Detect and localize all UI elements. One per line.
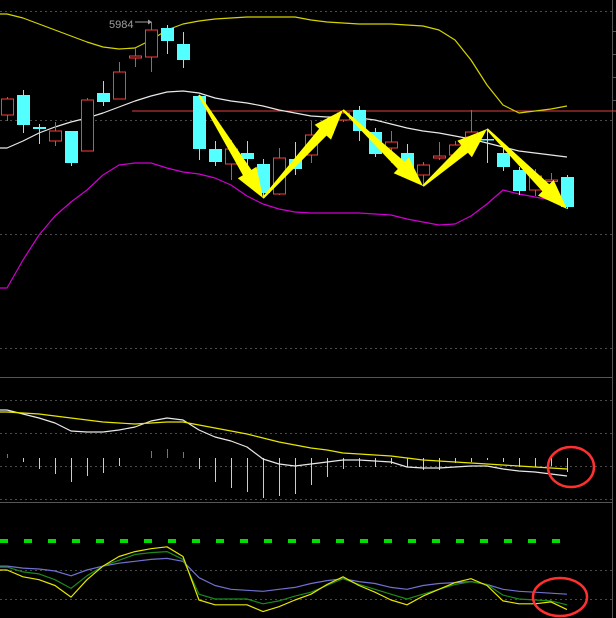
annotations-overlay [198,94,596,618]
candle-body [17,95,30,125]
kdj-j-line [0,546,568,613]
stock-chart: 5984 [0,0,616,618]
reference-dash [552,539,560,543]
reference-dash [96,539,104,543]
reference-dash [528,539,536,543]
macd-dea-line [0,411,568,470]
high-price-label: 5984 [109,19,133,31]
reference-dash [288,539,296,543]
reference-dash [216,539,224,543]
reference-dash [264,539,272,543]
candle-body [113,71,126,100]
trend-arrow-icon [422,129,487,187]
candle-body [161,28,174,41]
candle-body [49,130,62,142]
reference-dash [240,539,248,543]
reference-dash [192,539,200,543]
candle-up [81,98,94,152]
reference-dash [504,539,512,543]
candle-down [177,32,190,68]
candle-body [481,139,494,141]
reference-dash [480,539,488,543]
high-annotation: 5984 [109,19,152,31]
reference-dash [168,539,176,543]
candle-down [161,25,174,54]
reference-dash [48,539,56,543]
reference-dash [336,539,344,543]
candle-body [433,155,446,159]
kdj-panel [0,539,568,613]
reference-dash [120,539,128,543]
candle-down [33,124,46,144]
candle-up [113,62,126,100]
candle-down [17,90,30,133]
reference-dash [72,539,80,543]
trend-arrow-icon [198,94,263,198]
candle-body [33,127,46,129]
reference-dash [144,539,152,543]
candle-body [145,29,158,58]
trend-arrow-icon [262,110,343,199]
candle-body [177,44,190,60]
candle-up [433,142,446,160]
highlight-circle-icon [531,576,589,618]
trend-arrow-icon [486,128,567,209]
reference-dash [360,539,368,543]
bollinger-upper-line [0,13,568,114]
candle-up [145,22,158,72]
candle-body [497,153,510,167]
reference-dash [408,539,416,543]
candle-body [65,131,78,163]
candle-body [513,170,526,191]
reference-dash [312,539,320,543]
kdj-d-line [0,557,568,595]
reference-dash [456,539,464,543]
reference-dash [432,539,440,543]
candle-body [1,98,14,116]
candle-body [129,55,142,59]
candle-body [417,164,430,176]
reference-dash [384,539,392,543]
candle-down [209,141,222,166]
candle-body [545,179,558,182]
candle-down [65,131,78,166]
candle-body [97,93,110,102]
candle-up [1,97,14,121]
candle-body [209,149,222,162]
macd-panel [0,409,568,498]
reference-dash [24,539,32,543]
candle-body [81,99,94,152]
kdj-k-line [0,550,568,606]
reference-dash [0,539,8,543]
candle-up [129,48,142,67]
candle-down [97,81,110,106]
